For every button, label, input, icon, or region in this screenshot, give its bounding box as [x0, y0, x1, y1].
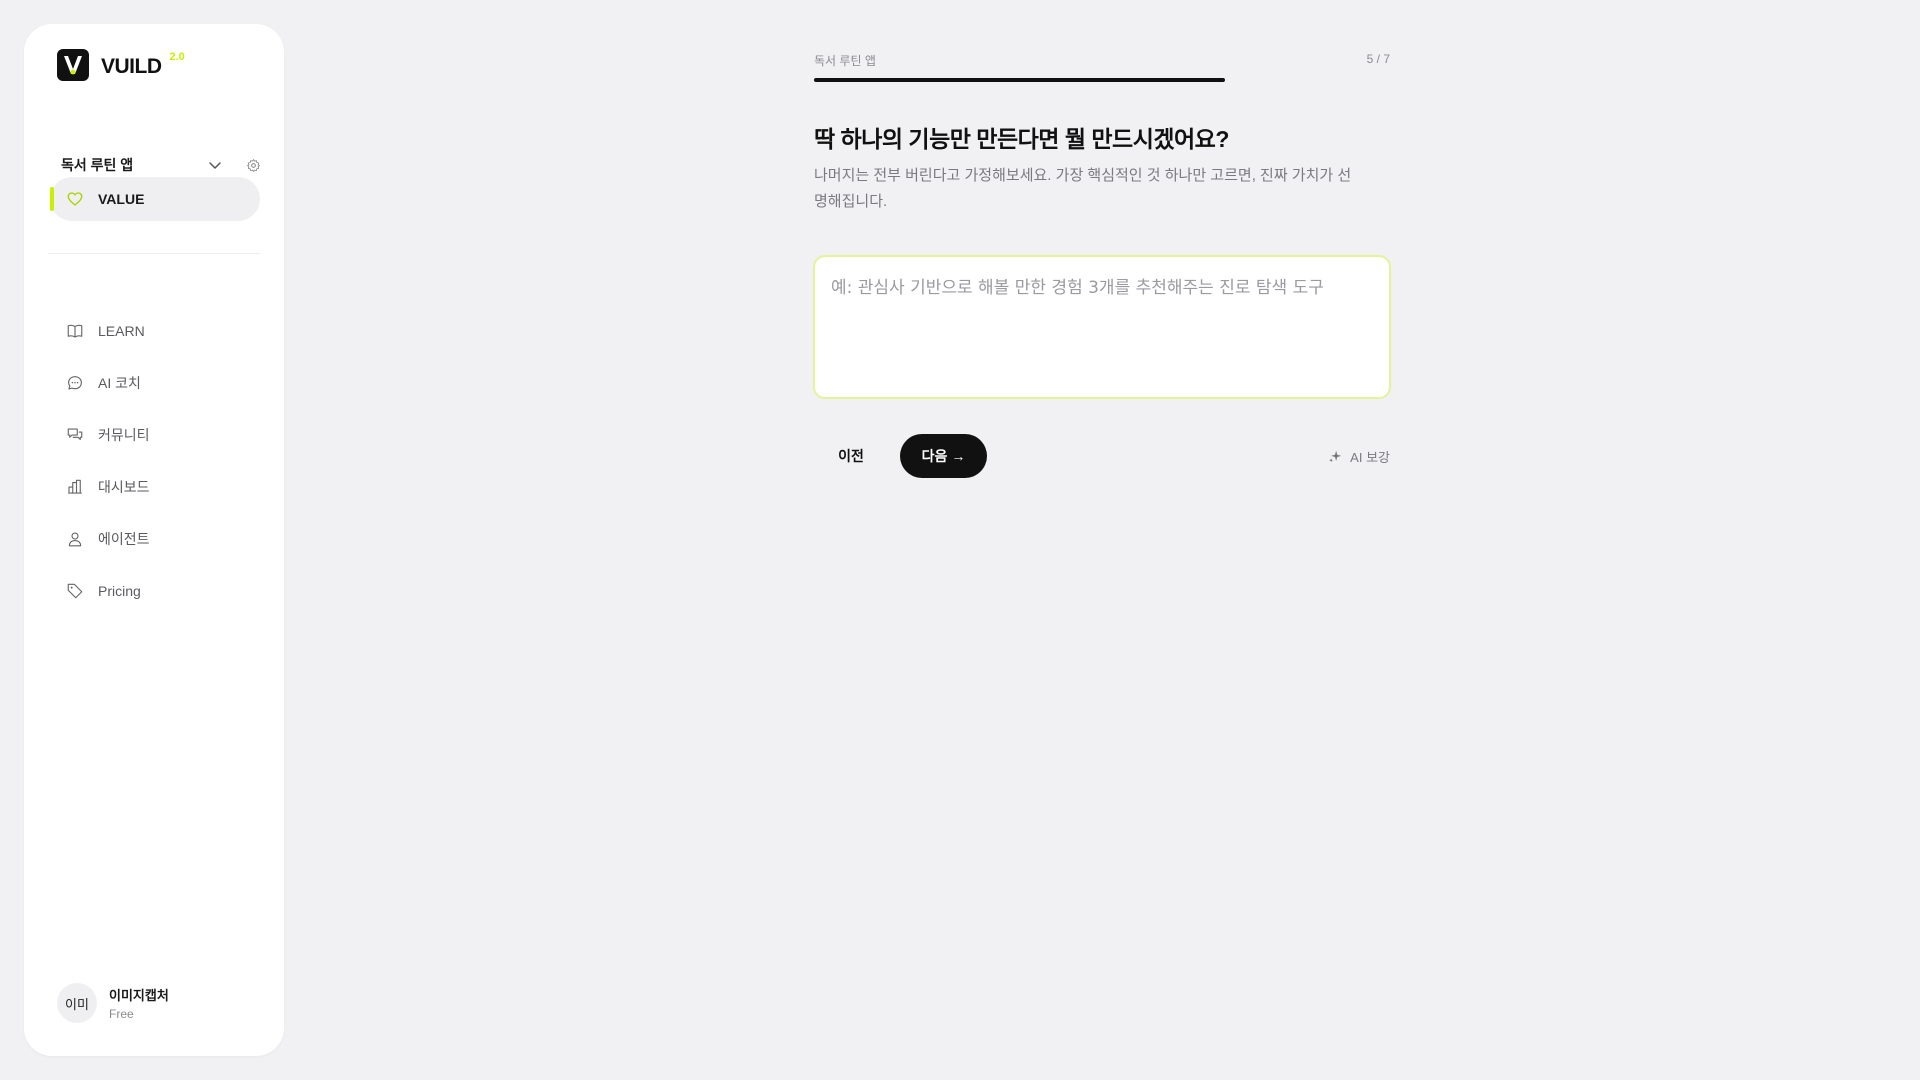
- sidebar-item-label: AI 코치: [98, 375, 141, 391]
- user-plan: Free: [109, 1007, 134, 1021]
- sidebar-item-label: Pricing: [98, 583, 141, 599]
- progress-fill: [814, 78, 1226, 82]
- sidebar-item-label: 에이전트: [98, 531, 150, 547]
- community-chat-icon: [67, 428, 83, 441]
- version-badge: 2.0: [169, 51, 185, 63]
- action-row: 이전 다음 → AI 보강: [814, 434, 1390, 478]
- divider: [48, 253, 260, 254]
- sidebar-item-learn[interactable]: LEARN: [50, 305, 260, 357]
- sidebar-item-label: LEARN: [98, 323, 145, 339]
- sidebar-item-agent[interactable]: 에이전트: [50, 513, 260, 565]
- gear-icon[interactable]: [246, 158, 261, 173]
- chat-bubble-icon: [68, 376, 82, 390]
- chevron-down-icon[interactable]: [208, 158, 222, 172]
- prev-button[interactable]: 이전: [814, 434, 888, 478]
- sidebar-item-community[interactable]: 커뮤니티: [50, 409, 260, 461]
- project-name: 독서 루틴 앱: [61, 157, 134, 173]
- sidebar: VUILD 2.0 독서 루틴 앱 VALUE LEARN AI 코치 커뮤니티…: [24, 24, 284, 1056]
- sidebar-item-dashboard[interactable]: 대시보드: [50, 461, 260, 513]
- question-subtitle: 나머지는 전부 버린다고 가정해보세요. 가장 핵심적인 것 하나만 고르면, …: [814, 167, 1352, 210]
- progress-bar: [814, 78, 1390, 82]
- active-indicator: [50, 187, 54, 211]
- ai-boost-label: AI 보강: [1350, 449, 1390, 465]
- logo-text: VUILD: [101, 55, 162, 78]
- step-counter: 5 / 7: [1366, 52, 1390, 66]
- question-title: 딱 하나의 기능만 만든다면 뭘 만드시겠어요?: [814, 126, 1229, 152]
- next-button[interactable]: 다음 →: [900, 434, 987, 478]
- tag-icon: [67, 583, 83, 599]
- heart-icon: [67, 192, 83, 206]
- sidebar-nav: LEARN AI 코치 커뮤니티 대시보드 에이전트 Pricing: [50, 305, 260, 617]
- sidebar-item-value[interactable]: VALUE: [50, 177, 260, 221]
- breadcrumb: 독서 루틴 앱: [814, 54, 876, 68]
- bar-chart-icon: [68, 479, 82, 494]
- project-selector[interactable]: 독서 루틴 앱: [61, 153, 261, 177]
- answer-input[interactable]: [813, 255, 1391, 399]
- sidebar-item-pricing[interactable]: Pricing: [50, 565, 260, 617]
- step-header: 독서 루틴 앱 5 / 7: [814, 52, 1390, 68]
- logo-mark-icon: [57, 49, 89, 81]
- avatar: 이미: [57, 983, 97, 1023]
- sidebar-item-ai-coach[interactable]: AI 코치: [50, 357, 260, 409]
- sidebar-item-label: 대시보드: [98, 479, 150, 495]
- sidebar-item-label: VALUE: [98, 191, 145, 207]
- person-icon: [68, 532, 82, 547]
- book-icon: [67, 324, 83, 338]
- ai-boost-button[interactable]: AI 보강: [1328, 447, 1390, 466]
- main-content: 독서 루틴 앱 5 / 7 딱 하나의 기능만 만든다면 뭘 만드시겠어요? 나…: [813, 52, 1391, 478]
- user-profile[interactable]: 이미 이미지캡처 Free: [57, 983, 169, 1023]
- user-info: 이미지캡처 Free: [109, 985, 169, 1021]
- sidebar-item-label: 커뮤니티: [98, 427, 150, 443]
- logo[interactable]: VUILD 2.0: [57, 49, 185, 81]
- sparkle-icon: [1329, 450, 1342, 462]
- user-name: 이미지캡처: [109, 988, 169, 1003]
